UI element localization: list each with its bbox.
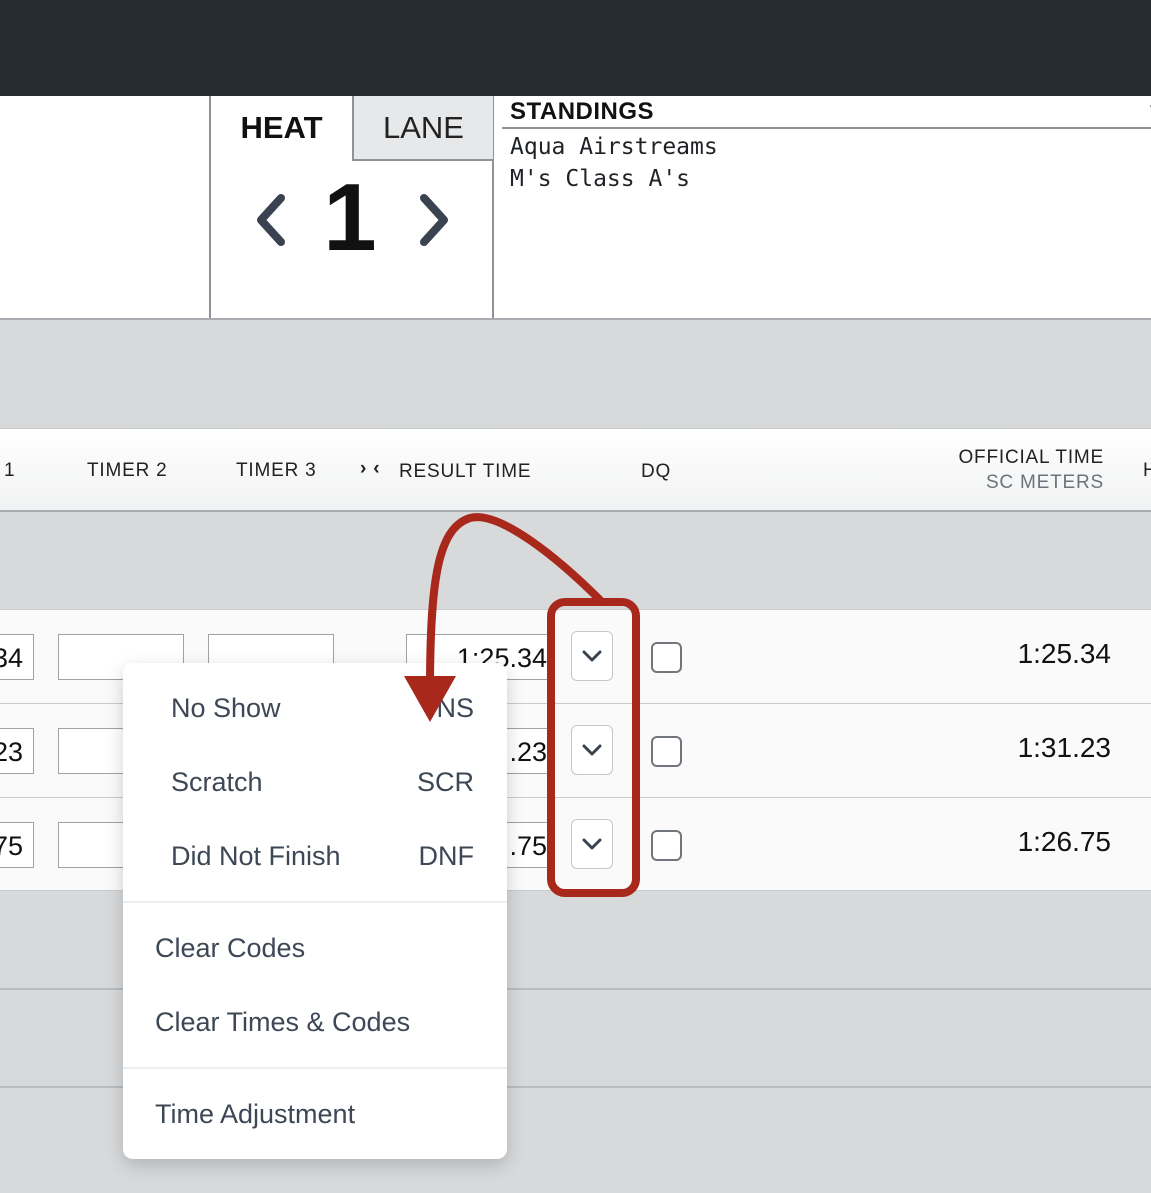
meet-header: HEAT LANE 1 STANDINGS ▼ Aqua Airstreams … <box>0 96 1151 320</box>
chevron-down-icon <box>582 744 602 756</box>
col-timer-3: TIMER 3 <box>236 460 317 481</box>
col-result-time: RESULT TIME <box>399 461 532 482</box>
official-time: 1:25.34 <box>1017 638 1111 669</box>
chevron-down-icon <box>582 838 602 850</box>
dq-checkbox[interactable] <box>651 642 682 673</box>
event-panel <box>0 96 211 318</box>
col-timer-1: 1 <box>4 460 16 481</box>
tab-heat[interactable]: HEAT <box>211 96 352 160</box>
col-official-unit: SC METERS <box>985 472 1104 493</box>
results-column-header: 1 TIMER 2 TIMER 3 › ‹ RESULT TIME DQ OFF… <box>0 428 1151 512</box>
tab-lane[interactable]: LANE <box>352 96 493 161</box>
menu-item-time-adjustment[interactable]: Time Adjustment <box>155 1099 355 1130</box>
official-time: 1:31.23 <box>1017 732 1111 763</box>
standings-title: STANDINGS <box>510 98 655 125</box>
menu-item-no-show[interactable]: No Show <box>171 693 281 724</box>
timer-1-value: 23 <box>0 737 24 767</box>
time-options-dropdown-button[interactable] <box>571 725 613 775</box>
chevron-left-icon <box>257 194 285 246</box>
time-options-dropdown-button[interactable] <box>571 819 613 869</box>
top-bar <box>0 0 1151 96</box>
timer-1-input[interactable]: 34 <box>0 634 34 680</box>
menu-item-clear-codes[interactable]: Clear Codes <box>155 933 305 964</box>
next-heat-button[interactable] <box>414 192 454 248</box>
col-dq: DQ <box>641 461 672 482</box>
menu-code-ns: NS <box>436 693 474 723</box>
chevron-down-icon <box>582 650 602 662</box>
dq-checkbox[interactable] <box>651 830 682 861</box>
time-options-menu: No Show NS Scratch SCR Did Not Finish DN… <box>123 663 507 1159</box>
standings-team: M's Class A's <box>510 166 691 192</box>
standings-team: Aqua Airstreams <box>510 134 718 160</box>
official-time: 1:26.75 <box>1017 826 1111 857</box>
time-options-dropdown-button[interactable] <box>571 631 613 681</box>
standings-panel: STANDINGS ▼ Aqua Airstreams M's Class A'… <box>494 96 1151 318</box>
dq-checkbox[interactable] <box>651 736 682 767</box>
heat-number: 1 <box>323 164 377 271</box>
previous-heat-button[interactable] <box>251 192 291 248</box>
menu-separator <box>123 1067 507 1069</box>
timer-1-value: 34 <box>0 643 24 673</box>
menu-item-clear-times-codes[interactable]: Clear Times & Codes <box>155 1007 410 1038</box>
menu-item-scratch[interactable]: Scratch <box>171 767 263 798</box>
col-official-time: OFFICIAL TIME <box>958 447 1104 468</box>
menu-item-did-not-finish[interactable]: Did Not Finish <box>171 841 341 872</box>
col-next-edge: H <box>1143 460 1151 481</box>
chevron-right-icon <box>420 194 448 246</box>
menu-code-dnf: DNF <box>418 841 475 871</box>
swap-columns-icon[interactable]: › ‹ <box>360 458 380 480</box>
heat-lane-panel: HEAT LANE 1 <box>211 96 494 318</box>
menu-code-scr: SCR <box>416 767 474 797</box>
timer-1-input[interactable]: 75 <box>0 822 34 868</box>
standings-divider <box>502 127 1151 129</box>
timer-1-value: 75 <box>0 831 24 861</box>
standings-edge-marker: ▼ <box>1146 100 1151 123</box>
menu-separator <box>123 901 507 903</box>
timer-1-input[interactable]: 23 <box>0 728 34 774</box>
col-timer-2: TIMER 2 <box>87 460 168 481</box>
result-time-value: .75 <box>509 831 547 861</box>
result-time-value: .23 <box>509 737 547 767</box>
